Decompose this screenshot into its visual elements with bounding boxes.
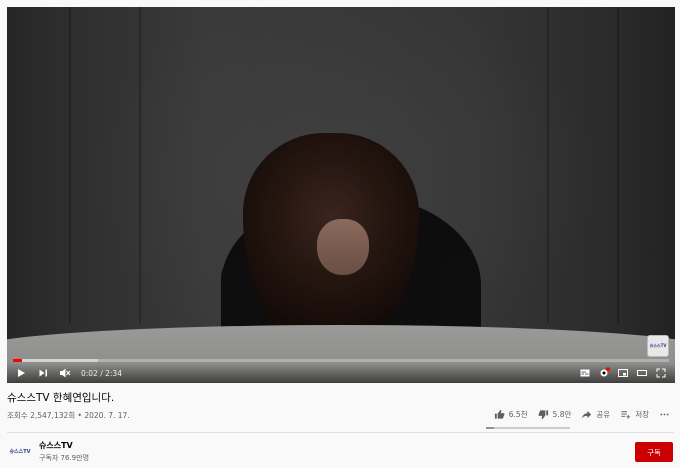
video-player[interactable]: 슈스스TV 0:02 / 2:34 [7, 7, 675, 383]
watermark-text: 슈스스TV [649, 343, 667, 348]
gear-icon [600, 367, 610, 377]
player-controls: 0:02 / 2:34 [7, 363, 675, 383]
channel-watermark[interactable]: 슈스스TV [647, 335, 669, 357]
channel-info: 슈스스TV 슈스스TV 구독자 76.9만명 [7, 440, 89, 463]
upload-date: 2020. 7. 17. [84, 411, 130, 420]
divider [7, 432, 674, 433]
progress-loaded [13, 359, 99, 362]
thumbs-down-icon [538, 410, 548, 420]
subscribe-button[interactable]: 구독 [635, 442, 673, 462]
next-button[interactable] [35, 365, 51, 381]
youtube-watch-page: 슈스스TV 0:02 / 2:34 슈스스TV 한혜연입니다. 조회수 2,54… [0, 0, 680, 468]
dislike-count: 5.8만 [552, 410, 572, 419]
more-horizontal-icon [660, 413, 669, 416]
progress-played [13, 359, 22, 362]
share-label: 공유 [596, 410, 611, 419]
save-button[interactable]: 저장 [620, 409, 649, 420]
play-icon [18, 369, 25, 377]
time-display: 0:02 / 2:34 [81, 368, 122, 378]
theater-mode-button[interactable] [634, 365, 650, 381]
subtitles-icon [580, 369, 590, 377]
next-icon [39, 369, 47, 377]
video-meta: 조회수 2,547,132회 • 2020. 7. 17. [7, 411, 130, 420]
channel-name[interactable]: 슈스스TV [39, 440, 89, 451]
video-frame [7, 7, 675, 383]
miniplayer-icon [618, 369, 628, 377]
mute-button[interactable] [57, 365, 73, 381]
playlist-add-icon [621, 411, 631, 419]
share-button[interactable]: 공유 [581, 409, 610, 420]
like-button[interactable]: 6.5천 [494, 409, 528, 420]
save-label: 저장 [635, 410, 649, 419]
miniplayer-button[interactable] [615, 365, 631, 381]
progress-bar[interactable] [13, 359, 669, 362]
thumbs-up-icon [494, 409, 505, 419]
settings-button[interactable] [596, 365, 612, 381]
video-title: 슈스스TV 한혜연입니다. [7, 392, 115, 404]
fullscreen-button[interactable] [653, 365, 669, 381]
subscriber-count: 구독자 76.9만명 [39, 454, 90, 462]
dislike-button[interactable]: 5.8만 [538, 409, 572, 420]
sentiment-like-fill [486, 427, 495, 429]
video-actions: 6.5천 5.8만 공유 저장 [484, 409, 674, 420]
like-count: 6.5천 [508, 410, 528, 419]
share-icon [582, 410, 592, 419]
channel-avatar[interactable]: 슈스스TV [7, 441, 33, 463]
sentiment-bar [486, 427, 570, 429]
more-actions-button[interactable] [659, 409, 674, 420]
fullscreen-icon [656, 368, 666, 378]
view-count: 조회수 2,547,132회 [7, 411, 76, 420]
subtitles-button[interactable] [577, 365, 593, 381]
play-button[interactable] [13, 365, 29, 381]
volume-muted-icon [60, 368, 71, 378]
theater-icon [637, 370, 647, 376]
avatar-text: 슈스스TV [9, 449, 31, 455]
